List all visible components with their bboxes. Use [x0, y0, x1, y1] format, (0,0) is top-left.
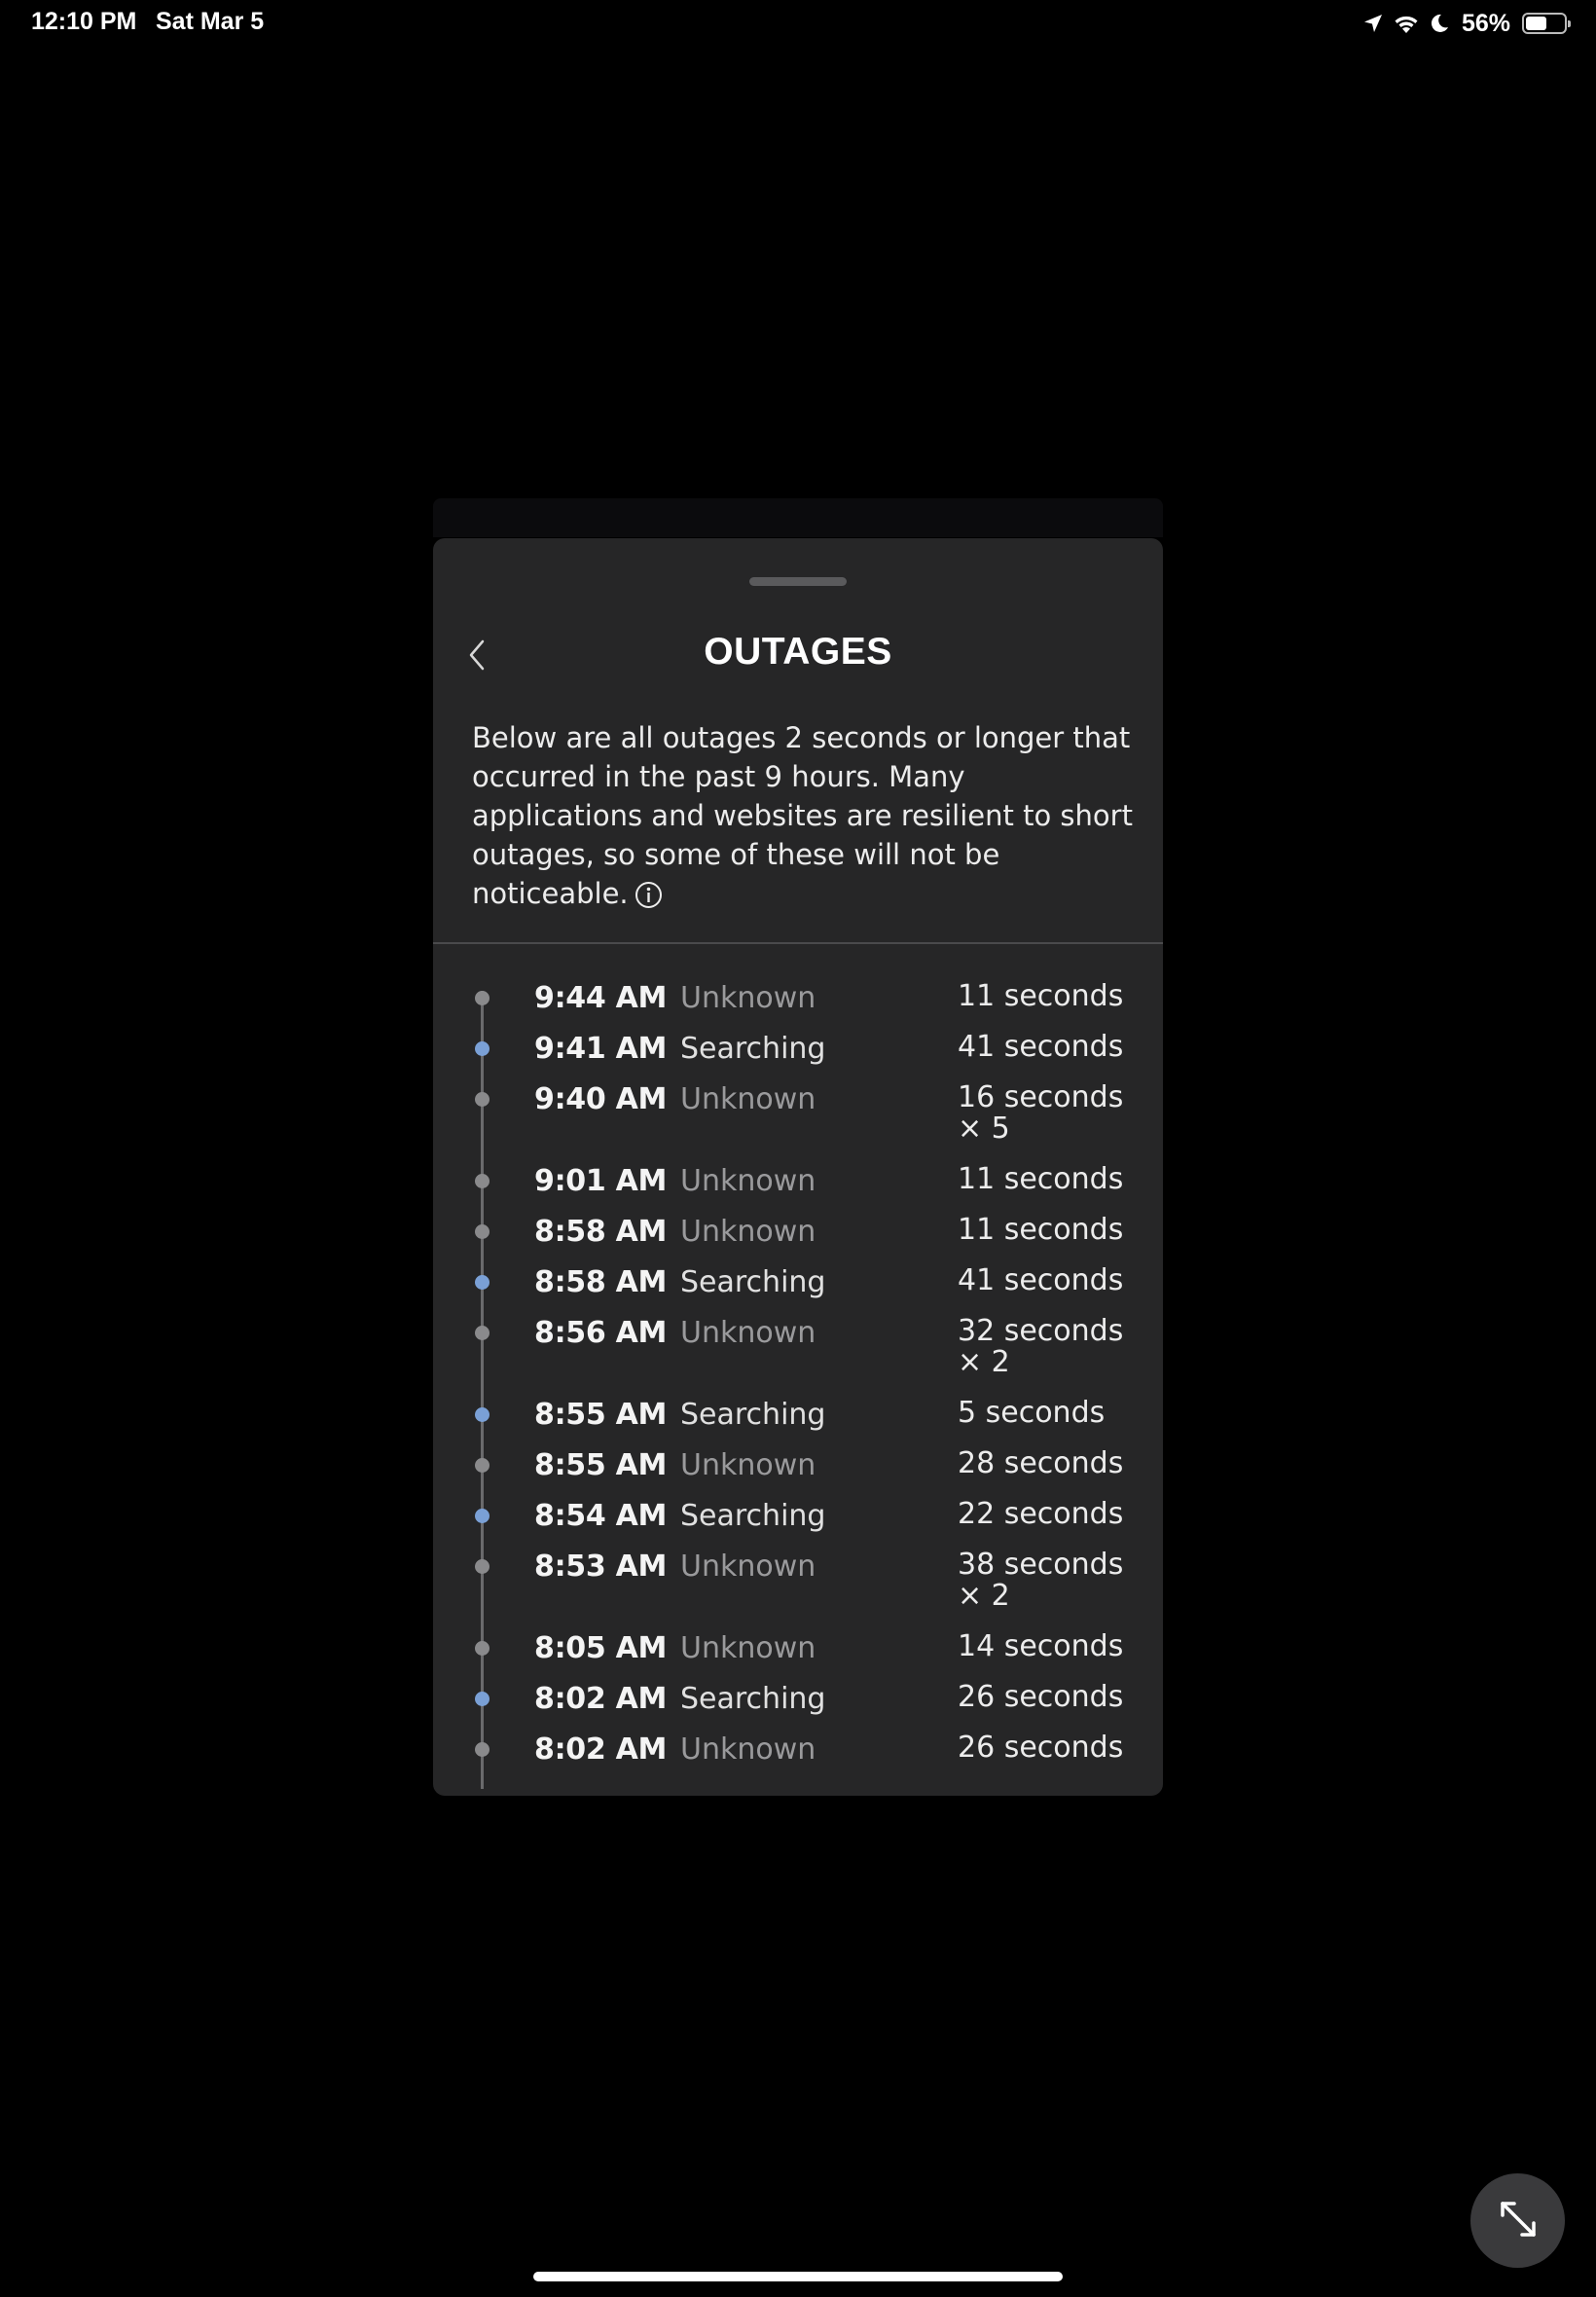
outage-row[interactable]: 8:58 AM Unknown 11 seconds — [433, 1215, 1163, 1265]
outage-duration: 22 seconds — [958, 1497, 1124, 1531]
outage-row[interactable]: 8:02 AM Searching 26 seconds — [433, 1682, 1163, 1732]
outages-sheet: OUTAGES Below are all outages 2 seconds … — [433, 538, 1163, 1796]
outage-duration: 11 seconds — [958, 1213, 1124, 1247]
outage-row[interactable]: 8:55 AM Searching 5 seconds — [433, 1398, 1163, 1448]
unknown-dot — [475, 1559, 490, 1574]
searching-dot — [475, 1275, 490, 1290]
outage-duration: 41 seconds — [958, 1263, 1124, 1297]
outage-time: 8:54 AM — [534, 1499, 668, 1533]
outage-row[interactable]: 9:01 AM Unknown 11 seconds — [433, 1164, 1163, 1215]
outage-time: 8:58 AM — [534, 1265, 668, 1299]
unknown-dot — [475, 1641, 490, 1656]
outage-time: 9:44 AM — [534, 981, 668, 1015]
outage-time: 8:55 AM — [534, 1448, 668, 1482]
outage-row[interactable]: 8:58 AM Searching 41 seconds — [433, 1265, 1163, 1316]
outage-row[interactable]: 8:56 AM Unknown 32 seconds × 2 — [433, 1316, 1163, 1398]
unknown-dot — [475, 1326, 490, 1340]
wifi-icon — [1392, 12, 1421, 35]
outage-type: Unknown — [680, 1550, 816, 1584]
outage-row[interactable]: 9:41 AM Searching 41 seconds — [433, 1032, 1163, 1082]
sheet-grabber[interactable] — [749, 577, 847, 586]
page-title: OUTAGES — [704, 631, 892, 673]
outage-type: Unknown — [680, 1316, 816, 1350]
unknown-dot — [475, 1224, 490, 1239]
outage-type: Unknown — [680, 1082, 816, 1116]
outage-duration: 26 seconds — [958, 1680, 1124, 1714]
outage-type: Unknown — [680, 1164, 816, 1198]
home-indicator[interactable] — [533, 2272, 1063, 2281]
battery-percent: 56% — [1461, 9, 1510, 37]
outage-row[interactable]: 9:40 AM Unknown 16 seconds × 5 — [433, 1082, 1163, 1164]
sheet-backdrop — [433, 498, 1163, 537]
battery-icon — [1522, 13, 1571, 34]
outage-duration: 11 seconds — [958, 979, 1124, 1013]
outage-time: 8:53 AM — [534, 1550, 668, 1584]
outage-row[interactable]: 8:54 AM Searching 22 seconds — [433, 1499, 1163, 1550]
outage-type: Unknown — [680, 1448, 816, 1482]
outage-duration: 16 seconds × 5 — [958, 1080, 1124, 1146]
outage-duration: 5 seconds — [958, 1396, 1106, 1430]
outage-time: 9:41 AM — [534, 1032, 668, 1066]
outage-row[interactable]: 8:53 AM Unknown 38 seconds × 2 — [433, 1550, 1163, 1631]
status-time: 12:10 PM — [31, 8, 137, 35]
outage-duration: 32 seconds × 2 — [958, 1314, 1124, 1379]
outage-time: 8:02 AM — [534, 1682, 668, 1716]
outage-list: 9:44 AM Unknown 11 seconds 9:41 AM Searching… — [433, 981, 1163, 1789]
outage-time: 8:02 AM — [534, 1732, 668, 1767]
status-icons: 56% — [1362, 6, 1571, 41]
unknown-dot — [475, 991, 490, 1005]
outage-type: Searching — [680, 1682, 826, 1716]
searching-dot — [475, 1509, 490, 1523]
outage-duration: 14 seconds — [958, 1629, 1124, 1663]
status-date: Sat Mar 5 — [156, 8, 265, 35]
moon-icon — [1429, 13, 1450, 34]
outage-time: 8:05 AM — [534, 1631, 668, 1665]
outage-row[interactable]: 8:02 AM Unknown 26 seconds — [433, 1732, 1163, 1783]
outage-duration: 38 seconds × 2 — [958, 1548, 1124, 1613]
outage-duration: 11 seconds — [958, 1162, 1124, 1196]
description-text: Below are all outages 2 seconds or longe… — [472, 721, 1133, 910]
outage-type: Searching — [680, 1499, 826, 1533]
divider — [433, 942, 1163, 944]
status-bar: 12:10 PM Sat Mar 5 56% — [0, 0, 1596, 47]
unknown-dot — [475, 1174, 490, 1188]
outage-duration: 26 seconds — [958, 1731, 1124, 1765]
outage-time: 8:58 AM — [534, 1215, 668, 1249]
outage-type: Unknown — [680, 981, 816, 1015]
expand-button[interactable] — [1470, 2173, 1565, 2268]
battery-fill — [1526, 17, 1546, 30]
unknown-dot — [475, 1092, 490, 1107]
unknown-dot — [475, 1458, 490, 1473]
outage-row[interactable]: 9:44 AM Unknown 11 seconds — [433, 981, 1163, 1032]
expand-icon — [1495, 2196, 1542, 2246]
unknown-dot — [475, 1742, 490, 1757]
outage-time: 8:55 AM — [534, 1398, 668, 1432]
searching-dot — [475, 1407, 490, 1422]
info-icon[interactable] — [635, 880, 663, 908]
outage-row[interactable]: 8:55 AM Unknown 28 seconds — [433, 1448, 1163, 1499]
outage-duration: 28 seconds — [958, 1446, 1124, 1480]
outage-type: Unknown — [680, 1215, 816, 1249]
searching-dot — [475, 1692, 490, 1706]
outage-time: 9:40 AM — [534, 1082, 668, 1116]
outage-type: Unknown — [680, 1732, 816, 1767]
location-icon — [1362, 13, 1384, 34]
outage-type: Searching — [680, 1265, 826, 1299]
outage-type: Unknown — [680, 1631, 816, 1665]
searching-dot — [475, 1041, 490, 1056]
outage-duration: 41 seconds — [958, 1030, 1124, 1064]
description: Below are all outages 2 seconds or longe… — [472, 718, 1134, 913]
outage-time: 8:56 AM — [534, 1316, 668, 1350]
outage-type: Searching — [680, 1032, 826, 1066]
outage-row[interactable]: 8:05 AM Unknown 14 seconds — [433, 1631, 1163, 1682]
outage-time: 9:01 AM — [534, 1164, 668, 1198]
outage-type: Searching — [680, 1398, 826, 1432]
